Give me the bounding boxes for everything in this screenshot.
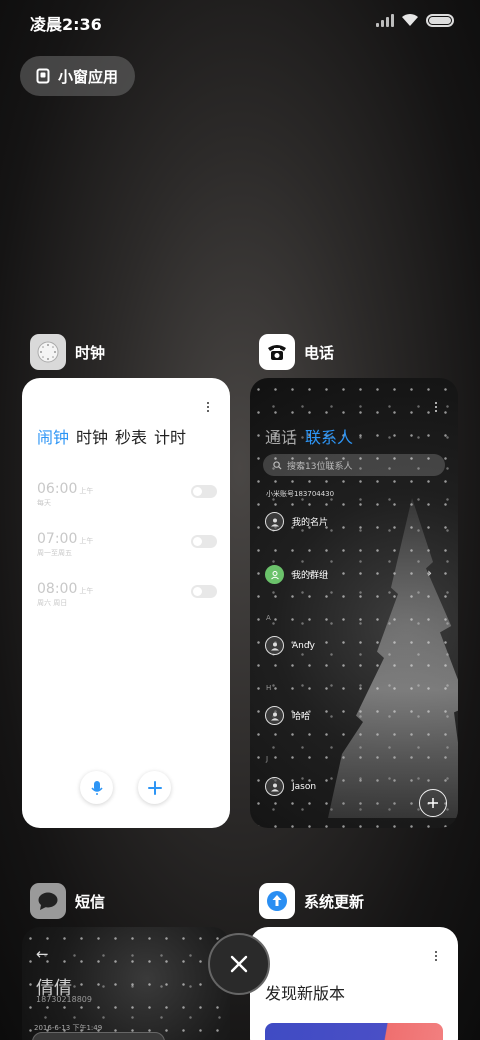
update-app-header[interactable]: 系统更新 xyxy=(259,883,364,919)
update-app-card[interactable]: 发现新版本 xyxy=(250,927,458,1040)
contact-search-input[interactable]: 搜索13位联系人 xyxy=(263,454,445,476)
person-icon xyxy=(270,642,279,650)
message-icon xyxy=(30,883,66,919)
alarm-repeat: 周一至周五 xyxy=(37,549,72,557)
update-banner xyxy=(265,1023,443,1040)
contact-name: Andy xyxy=(292,640,315,651)
alarm-toggle[interactable] xyxy=(191,585,217,598)
index-letter: A xyxy=(266,614,271,622)
search-icon xyxy=(273,460,282,470)
close-icon xyxy=(230,955,248,973)
contact-item[interactable]: Andy xyxy=(265,636,315,655)
search-placeholder: 搜索13位联系人 xyxy=(287,461,353,472)
status-time: 凌晨2:36 xyxy=(30,15,102,34)
small-window-label: 小窗应用 xyxy=(58,67,119,86)
sms-app-name: 短信 xyxy=(75,892,106,911)
avatar xyxy=(265,706,284,725)
status-icons xyxy=(376,13,454,27)
person-icon xyxy=(270,518,279,526)
avatar xyxy=(265,636,284,655)
status-bar: 凌晨2:36 xyxy=(0,0,480,40)
clock-app-name: 时钟 xyxy=(75,343,106,362)
microphone-icon xyxy=(90,780,103,795)
clear-all-button[interactable] xyxy=(208,933,270,995)
battery-icon xyxy=(426,13,454,27)
tab-calls[interactable]: 通话 xyxy=(265,424,297,448)
alarm-time: 06:00 xyxy=(37,481,78,497)
phone-app-header[interactable]: 电话 xyxy=(259,334,334,370)
alarm-time: 07:00 xyxy=(37,531,78,547)
contact-item[interactable]: 哈哈 xyxy=(265,706,310,725)
back-arrow-icon[interactable]: ← xyxy=(36,945,49,963)
signal-icon xyxy=(376,13,394,27)
voice-alarm-button[interactable] xyxy=(80,771,113,804)
avatar xyxy=(265,565,284,584)
group-icon xyxy=(270,570,279,579)
add-alarm-button[interactable] xyxy=(138,771,171,804)
contact-item[interactable]: 我的名片 xyxy=(265,512,328,531)
message-bubble xyxy=(32,1032,165,1040)
more-options-icon[interactable] xyxy=(435,402,438,414)
index-letter: J xyxy=(266,755,269,763)
small-window-icon xyxy=(36,68,50,84)
tab-alarm[interactable]: 闹钟 xyxy=(37,424,69,448)
small-window-button[interactable]: 小窗应用 xyxy=(20,56,136,96)
more-options-icon[interactable] xyxy=(207,402,210,414)
index-letter: H xyxy=(266,684,272,692)
sms-app-card[interactable]: ← 倩倩 18730218809 2016-6-13 下午1:49 xyxy=(22,927,230,1040)
person-icon xyxy=(270,783,279,791)
alarm-toggle[interactable] xyxy=(191,485,217,498)
alarm-time: 08:00 xyxy=(37,581,78,597)
tab-timer[interactable]: 计时 xyxy=(154,424,186,448)
alarm-ampm: 上午 xyxy=(79,537,94,545)
avatar xyxy=(265,777,284,796)
alarm-item[interactable]: 07:00 上午 周一至周五 xyxy=(37,528,217,568)
tab-clock[interactable]: 时钟 xyxy=(76,424,108,448)
alarm-ampm: 上午 xyxy=(79,487,94,495)
avatar xyxy=(265,512,284,531)
wifi-icon xyxy=(402,13,418,26)
phone-app-name: 电话 xyxy=(304,343,335,362)
contact-name: 哈哈 xyxy=(292,712,311,722)
phone-icon xyxy=(259,334,295,370)
clock-app-header[interactable]: 时钟 xyxy=(30,334,105,370)
sms-contact-number: 18730218809 xyxy=(36,995,92,1004)
contact-name: 我的名片 xyxy=(292,518,329,528)
account-label: 小米账号183704430 xyxy=(266,490,335,498)
more-options-icon[interactable] xyxy=(435,951,438,963)
phone-tabs: 通话 联系人 xyxy=(265,424,353,448)
contact-item[interactable]: Jason xyxy=(265,777,316,796)
contact-name: Jason xyxy=(292,781,317,792)
alarm-item[interactable]: 06:00 上午 每天 xyxy=(37,478,217,518)
alarm-ampm: 上午 xyxy=(79,587,94,595)
contact-item[interactable]: 我的群组 xyxy=(265,565,328,584)
clock-tabs: 闹钟 时钟 秒表 计时 xyxy=(37,424,186,448)
tab-contacts[interactable]: 联系人 xyxy=(305,424,353,448)
update-arrow-icon xyxy=(259,883,295,919)
alarm-item[interactable]: 08:00 上午 周六 周日 xyxy=(37,578,217,618)
phone-app-card[interactable]: 通话 联系人 搜索13位联系人 小米账号183704430 我的名片 我的群组 … xyxy=(250,378,458,828)
clock-icon xyxy=(30,334,66,370)
contact-name: 我的群组 xyxy=(292,571,329,581)
add-icon xyxy=(147,780,162,795)
add-contact-button[interactable] xyxy=(419,789,447,817)
tab-stopwatch[interactable]: 秒表 xyxy=(115,424,147,448)
alarm-repeat: 每天 xyxy=(37,499,51,507)
alarm-toggle[interactable] xyxy=(191,535,217,548)
person-icon xyxy=(270,712,279,720)
update-title: 发现新版本 xyxy=(265,984,346,1003)
clock-app-card[interactable]: 闹钟 时钟 秒表 计时 06:00 上午 每天 07:00 上午 周一至周五 08:… xyxy=(22,378,230,828)
add-icon xyxy=(428,798,438,808)
sms-app-header[interactable]: 短信 xyxy=(30,883,105,919)
update-app-name: 系统更新 xyxy=(304,892,365,911)
chevron-right-icon: › xyxy=(427,566,432,580)
alarm-repeat: 周六 周日 xyxy=(37,599,68,607)
